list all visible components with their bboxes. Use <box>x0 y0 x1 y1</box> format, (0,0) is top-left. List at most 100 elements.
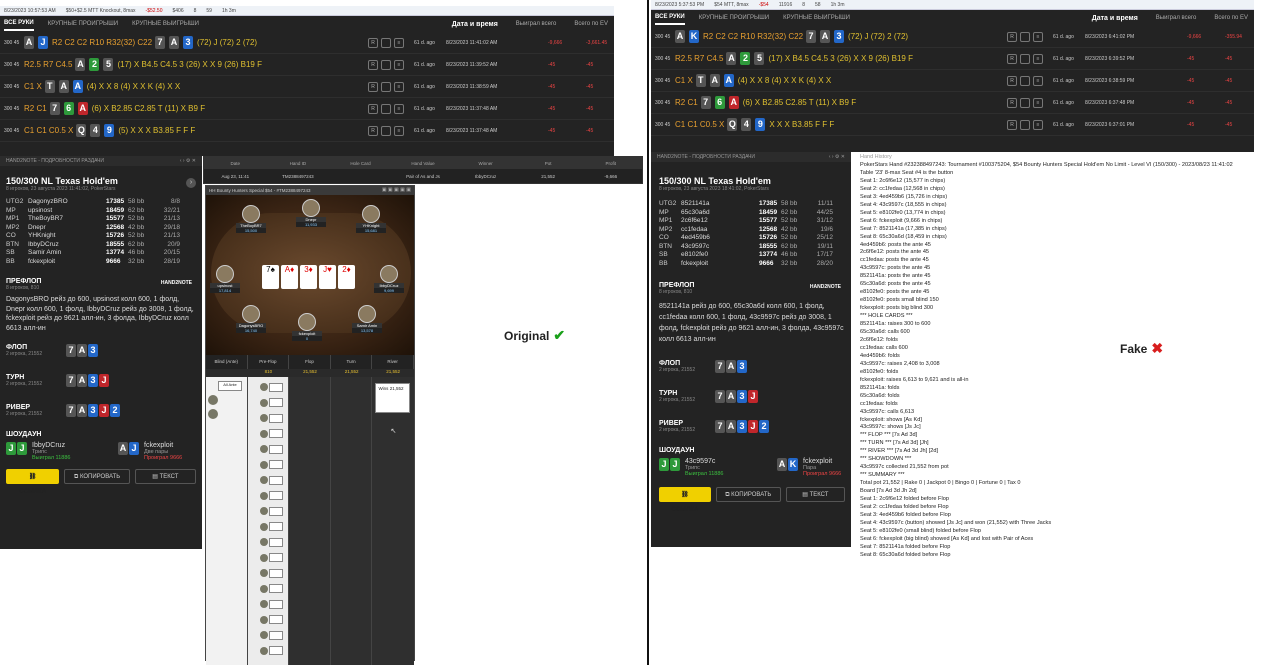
tab-big-wins[interactable]: КРУПНЫЕ ВЫИГРЫШИ <box>132 21 199 27</box>
hand-row[interactable]: 300 45 R2.5 R7 C4.5 A 2 5 (17) X B4.5 C4.5 3 … <box>0 54 614 76</box>
replay-icon[interactable]: R <box>368 125 378 136</box>
note-icon[interactable] <box>381 59 391 70</box>
player-row[interactable]: UTG2 8521141a 17385 58 bb 11/11 <box>659 200 845 209</box>
player-row[interactable]: CO 4ed459b6 15726 52 bb 25/12 <box>659 234 845 243</box>
player-row[interactable]: BB fckexploit 9666 32 bb 28/20 <box>659 260 845 269</box>
replayer-col[interactable]: Hand ID <box>267 161 330 166</box>
seat[interactable]: upsinost 17,814 <box>210 265 240 293</box>
replayer-col[interactable]: Hole Card <box>329 161 392 166</box>
seat[interactable]: Samir Amin 13,578 <box>352 305 382 333</box>
replayer-col[interactable]: Hand Value <box>392 161 455 166</box>
action-box <box>268 537 283 547</box>
hand-row[interactable]: 300 45 R2 C1 7 6 A (6) X B2.85 C2.85 T (11) X… <box>0 98 614 120</box>
note-icon[interactable] <box>1020 75 1030 86</box>
tab-all-hands-right[interactable]: ВСЕ РУКИ <box>655 11 685 25</box>
copy-button-right[interactable]: ⧉ КОПИРОВАТЬ <box>715 487 781 502</box>
player-row[interactable]: BB fckexploit 9666 32 bb 28/19 <box>6 258 196 267</box>
postflop-actions: (5) X X X B3.85 F F F <box>118 126 196 135</box>
hand-row[interactable]: 300 45 R2.5 R7 C4.5 A 2 5 (17) X B4.5 C4.5 3 … <box>651 48 1254 70</box>
menu-icon[interactable]: ≡ <box>1033 119 1043 130</box>
replayer-col[interactable]: Pot <box>517 161 580 166</box>
replay-icon[interactable]: R <box>368 81 378 92</box>
col-date-time[interactable]: Дата и время <box>452 21 498 28</box>
col-date-time-right[interactable]: Дата и время <box>1092 15 1138 22</box>
tab-big-losses[interactable]: КРУПНЫЕ ПРОИГРЫШИ <box>48 21 118 27</box>
player-row[interactable]: SB e8102fe0 13774 46 bb 17/17 <box>659 251 845 260</box>
note-icon[interactable] <box>1020 53 1030 64</box>
replay-icon[interactable]: R <box>1007 97 1017 108</box>
hand-row[interactable]: 300 45 R2 C1 7 6 A (6) X B2.85 C2.85 T (11) X… <box>651 92 1254 114</box>
note-icon[interactable] <box>1020 119 1030 130</box>
seat[interactable]: IbbyDCruz 9,699 <box>374 265 404 293</box>
action-avatar <box>259 460 268 469</box>
text-button-right[interactable]: ▤ ТЕКСТ <box>785 487 845 502</box>
hand-row[interactable]: 300 45 C1 X T A A (4) X X 8 (4) X X K (4) X X… <box>651 70 1254 92</box>
link-button[interactable]: ⛓ ССЫЛКА <box>6 469 60 495</box>
menu-icon[interactable]: ≡ <box>394 81 404 92</box>
hand-row[interactable]: 300 45 A K R2 C2 C2 R10 R32(32) C22 7 A 3 (72) … <box>651 26 1254 48</box>
player-row[interactable]: BTN IbbyDCruz 18555 62 bb 20/9 <box>6 241 196 250</box>
col-won-total-right[interactable]: Выиграл всего <box>1156 15 1197 21</box>
nav-arrows-icon[interactable]: ‹ › ⚙ ✕ <box>180 158 196 164</box>
player-row[interactable]: BTN 43c9597c 18555 62 bb 19/11 <box>659 243 845 252</box>
player-row[interactable]: MP 65c30a6d 18459 62 bb 44/25 <box>659 209 845 218</box>
hand-row[interactable]: 300 45 A J R2 C2 C2 R10 R32(32) C22 7 A 3 (72) … <box>0 32 614 54</box>
replay-icon[interactable]: R <box>368 103 378 114</box>
preflop-action-chip <box>259 474 284 486</box>
replay-icon[interactable]: R <box>1007 119 1017 130</box>
hand-row[interactable]: 300 45 C1 X T A A (4) X X 8 (4) X X K (4) X X… <box>0 76 614 98</box>
menu-icon[interactable]: ≡ <box>1033 75 1043 86</box>
note-icon[interactable] <box>1020 97 1030 108</box>
link-button-right[interactable]: ⛓ ССЫЛКА <box>659 487 711 513</box>
replay-icon[interactable]: R <box>1007 75 1017 86</box>
win-text: Wins 21,552 <box>378 386 404 391</box>
player-row[interactable]: CO YHKnight 15726 52 bb 21/13 <box>6 232 196 241</box>
seat[interactable]: DagonysBRO 16,740 <box>236 305 266 333</box>
note-icon[interactable] <box>1020 31 1030 42</box>
hand-history-line: 4ed459b6: folds <box>860 352 900 359</box>
note-icon[interactable] <box>381 103 391 114</box>
seat[interactable]: TheBoyBR7 15,500 <box>236 205 266 233</box>
note-icon[interactable] <box>381 81 391 92</box>
player-stack: 18555 <box>759 242 778 250</box>
tab-big-wins-right[interactable]: КРУПНЫЕ ВЫИГРЫШИ <box>783 15 850 21</box>
menu-icon[interactable]: ≡ <box>1033 97 1043 108</box>
tab-all-hands[interactable]: ВСЕ РУКИ <box>4 17 34 31</box>
seat[interactable]: Dnepr 11,933 <box>296 199 326 227</box>
seat[interactable]: YHKnight 15,681 <box>356 205 386 233</box>
replayer-col[interactable]: Profit <box>579 161 642 166</box>
player-row[interactable]: MP2 cc1fedaa 12568 42 bb 19/6 <box>659 226 845 235</box>
replay-icon[interactable]: R <box>1007 31 1017 42</box>
col-ev-total[interactable]: Всего по EV <box>574 21 608 27</box>
menu-icon[interactable]: ≡ <box>394 59 404 70</box>
col-won-total[interactable]: Выиграл всего <box>516 21 557 27</box>
replayer-col[interactable]: Winner <box>454 161 517 166</box>
menu-icon[interactable]: ≡ <box>394 125 404 136</box>
menu-icon[interactable]: ≡ <box>394 103 404 114</box>
player-row[interactable]: UTG2 DagonyzBRO 17385 58 bb 8/8 <box>6 198 196 207</box>
tab-big-losses-right[interactable]: КРУПНЫЕ ПРОИГРЫШИ <box>699 15 769 21</box>
player-row[interactable]: MP2 Dnepr 12568 42 bb 29/18 <box>6 224 196 233</box>
nav-arrows-icon-right[interactable]: ‹ › ⚙ ✕ <box>829 154 845 160</box>
replay-icon[interactable]: R <box>1007 53 1017 64</box>
menu-icon[interactable]: ≡ <box>394 37 404 48</box>
replay-icon[interactable]: R <box>368 37 378 48</box>
player-row[interactable]: MP1 TheBoyBR7 15577 52 bb 21/13 <box>6 215 196 224</box>
collapse-icon[interactable]: › <box>186 178 196 188</box>
replay-icon[interactable]: R <box>368 59 378 70</box>
menu-icon[interactable]: ≡ <box>1033 31 1043 42</box>
note-icon[interactable] <box>381 125 391 136</box>
player-row[interactable]: MP1 2c6f6e12 15577 52 bb 31/12 <box>659 217 845 226</box>
hand-row[interactable]: 300 45 C1 C1 C0.5 X Q 4 9 (5) X X X B3.85 F F… <box>0 120 614 142</box>
seat[interactable]: fckexploit 0 <box>292 313 322 341</box>
replayer-col[interactable]: Date <box>204 161 267 166</box>
menu-icon[interactable]: ≡ <box>1033 53 1043 64</box>
hand-row[interactable]: 300 45 C1 C1 C0.5 XQ49X X X B3.85 F F F R ≡… <box>651 114 1254 136</box>
copy-button[interactable]: ⧉ КОПИРОВАТЬ <box>64 469 130 484</box>
text-button[interactable]: ▤ ТЕКСТ <box>134 469 196 484</box>
player-row[interactable]: MP upsinost 18459 62 bb 32/21 <box>6 207 196 216</box>
col-ev-total-right[interactable]: Всего по EV <box>1214 15 1248 21</box>
replayer-toolbar-icon[interactable]: ▣ ▣ ▣ ▣ ▣ <box>382 187 411 193</box>
note-icon[interactable] <box>381 37 391 48</box>
player-row[interactable]: SB Samir Amin 13774 46 bb 20/15 <box>6 249 196 258</box>
